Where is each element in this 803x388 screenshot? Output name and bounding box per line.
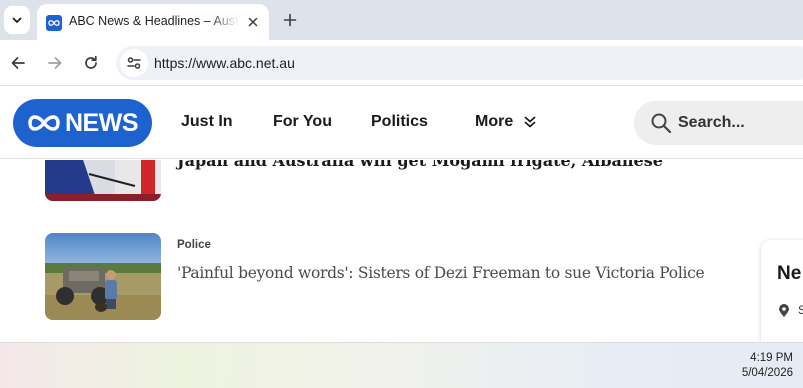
abc-logo-icon: [46, 15, 62, 31]
taskbar: 4:19 PM 5/04/2026: [0, 342, 803, 388]
article-headline[interactable]: Japan and Australia will get Mogami frig…: [177, 160, 663, 170]
reload-button[interactable]: [78, 50, 104, 76]
nav-for-you[interactable]: For You: [273, 113, 332, 131]
side-card-location: S: [798, 303, 803, 317]
nav-politics[interactable]: Politics: [371, 113, 428, 131]
new-tab-button[interactable]: [278, 8, 302, 32]
back-arrow-icon: [11, 57, 25, 69]
location-pin-icon: [779, 304, 789, 317]
browser-tab[interactable]: ABC News & Headlines – Australian and Wo…: [37, 4, 269, 40]
article-headline[interactable]: 'Painful beyond words': Sisters of Dezi …: [177, 264, 705, 282]
article-list: Japan and Australia will get Mogami frig…: [0, 160, 803, 342]
reload-icon: [85, 55, 97, 69]
abc-news-logo[interactable]: NEWS: [13, 99, 152, 147]
clock-time[interactable]: 4:19 PM: [750, 352, 793, 364]
side-card[interactable]: Ne S: [761, 240, 803, 342]
tab-strip: ABC News & Headlines – Australian and Wo…: [0, 0, 803, 40]
tab-search-button[interactable]: [4, 6, 30, 34]
abc-logo-icon: [28, 115, 60, 131]
logo-wordmark: NEWS: [65, 108, 139, 137]
forward-arrow-icon: [48, 57, 62, 69]
address-bar[interactable]: https://www.abc.net.au: [116, 46, 803, 80]
nav-more[interactable]: More: [475, 113, 513, 131]
close-tab-button[interactable]: [244, 13, 262, 31]
article-thumbnail[interactable]: [45, 233, 161, 320]
plus-icon: [283, 13, 297, 27]
site-info-icon: [127, 57, 141, 69]
url-text: https://www.abc.net.au: [154, 55, 295, 71]
close-icon: [248, 17, 258, 27]
side-card-title: Ne: [777, 263, 802, 284]
site-info-button[interactable]: [120, 49, 148, 77]
search-placeholder: Search...: [678, 114, 745, 131]
forward-button[interactable]: [42, 50, 68, 76]
article-thumbnail[interactable]: [45, 160, 161, 201]
tab-title: ABC News & Headlines – Australian and Wo…: [69, 14, 239, 28]
site-search[interactable]: Search...: [634, 101, 803, 145]
nav-just-in[interactable]: Just In: [181, 113, 233, 131]
browser-toolbar: https://www.abc.net.au: [0, 40, 803, 86]
back-button[interactable]: [5, 50, 31, 76]
article-topic[interactable]: Police: [177, 239, 211, 251]
site-header: NEWS Just In For You Politics More Searc…: [0, 87, 803, 159]
search-icon: [651, 113, 672, 134]
double-chevron-down-icon[interactable]: [523, 115, 537, 129]
clock-date[interactable]: 5/04/2026: [742, 367, 793, 379]
chevron-down-icon: [12, 17, 22, 23]
